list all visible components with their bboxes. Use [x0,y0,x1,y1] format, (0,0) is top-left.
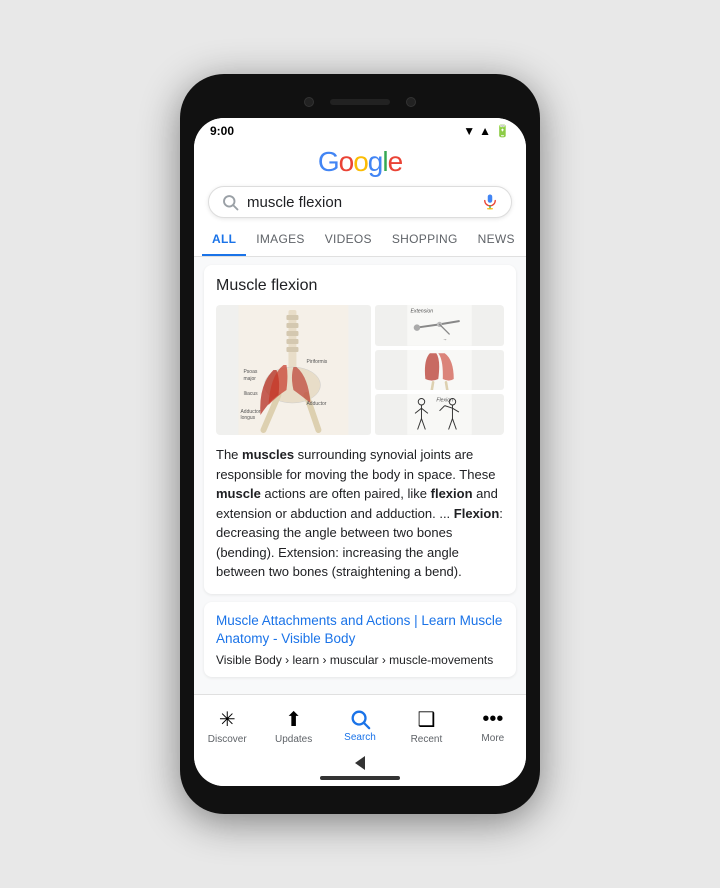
result-link[interactable]: Muscle Attachments and Actions | Learn M… [216,613,502,647]
tab-more-tab[interactable]: M [525,224,526,256]
nav-updates-label: Updates [275,734,312,745]
status-icons: ▼ ▲ 🔋 [463,124,510,138]
nav-recent-label: Recent [411,734,443,745]
bottom-navigation: ✳ Discover ⬆ Updates Search ❑ Recent ••• [194,694,526,754]
bold-flexion2: Flexion [454,506,500,521]
search-bar[interactable]: muscle flexion [208,186,512,218]
tab-videos[interactable]: VIDEOS [315,224,382,256]
google-header: Google [194,140,526,182]
front-camera [304,97,314,107]
nav-recent[interactable]: ❑ Recent [393,707,459,745]
tab-images[interactable]: IMAGES [246,224,314,256]
anatomy-main-image[interactable]: Psoas major Piriformis Iliacus Adductor … [216,305,371,435]
tab-shopping[interactable]: SHOPPING [382,224,468,256]
svg-text:Adductor: Adductor [306,401,326,407]
extension-image[interactable]: Extension → [375,305,504,346]
result-description: The muscles surrounding synovial joints … [216,445,504,582]
result-link-section[interactable]: Muscle Attachments and Actions | Learn M… [204,602,516,678]
logo-g: G [318,146,339,177]
updates-icon: ⬆ [285,707,302,732]
card-title: Muscle flexion [216,277,504,295]
navigation-back[interactable] [194,754,526,772]
nav-discover-label: Discover [208,734,247,745]
logo-o1: o [339,146,354,177]
muscle-leg-image[interactable] [375,350,504,391]
search-nav-icon [349,708,371,730]
search-icon [221,193,239,211]
muscle-flexion-card: Muscle flexion [204,265,516,594]
google-logo: Google [318,146,402,178]
nav-more-label: More [481,733,504,744]
svg-text:Extension: Extension [410,309,433,315]
phone-notch [194,88,526,116]
flexion-image[interactable]: Flexion [375,394,504,435]
nav-search[interactable]: Search [327,708,393,743]
back-arrow-icon [355,756,365,770]
logo-o2: o [353,146,368,177]
phone-frame: 9:00 ▼ ▲ 🔋 Google muscle flexion [180,74,540,814]
svg-text:longus: longus [240,415,255,421]
nav-search-label: Search [344,732,376,743]
svg-text:Iliacus: Iliacus [243,391,258,397]
svg-text:Piriformis: Piriformis [306,359,327,365]
discover-icon: ✳ [219,707,236,732]
bold-muscle: muscle [216,486,261,501]
svg-text:Psoas: Psoas [243,369,257,375]
tab-all[interactable]: ALL [202,224,246,256]
svg-text:major: major [243,376,256,382]
logo-e: e [388,146,403,177]
bold-muscles: muscles [242,447,294,462]
status-time: 9:00 [210,124,234,138]
status-bar: 9:00 ▼ ▲ 🔋 [194,118,526,140]
wifi-icon: ▼ [463,124,475,138]
svg-text:→: → [443,337,448,342]
mic-icon[interactable] [481,193,499,211]
nav-more[interactable]: ••• More [460,708,526,744]
result-breadcrumb: Visible Body › learn › muscular › muscle… [216,653,504,667]
search-query: muscle flexion [247,194,473,211]
front-camera-2 [406,97,416,107]
bold-flexion: flexion [431,486,473,501]
anatomy-side-images: Extension → [375,305,504,435]
nav-discover[interactable]: ✳ Discover [194,707,260,745]
signal-icon: ▲ [479,124,491,138]
home-bar [320,776,400,780]
battery-icon: 🔋 [495,124,510,138]
result-images-row[interactable]: Psoas major Piriformis Iliacus Adductor … [216,305,504,435]
logo-g2: g [368,146,383,177]
phone-screen: 9:00 ▼ ▲ 🔋 Google muscle flexion [194,118,526,786]
recent-icon: ❑ [417,707,435,732]
speaker-grille [330,99,390,105]
tab-news[interactable]: NEWS [468,224,525,256]
search-tabs: ALL IMAGES VIDEOS SHOPPING NEWS M [194,224,526,257]
more-icon: ••• [482,708,503,731]
search-bar-wrapper: muscle flexion [194,182,526,224]
search-results-area[interactable]: Muscle flexion [194,257,526,694]
home-indicator[interactable] [194,772,526,786]
nav-updates[interactable]: ⬆ Updates [260,707,326,745]
